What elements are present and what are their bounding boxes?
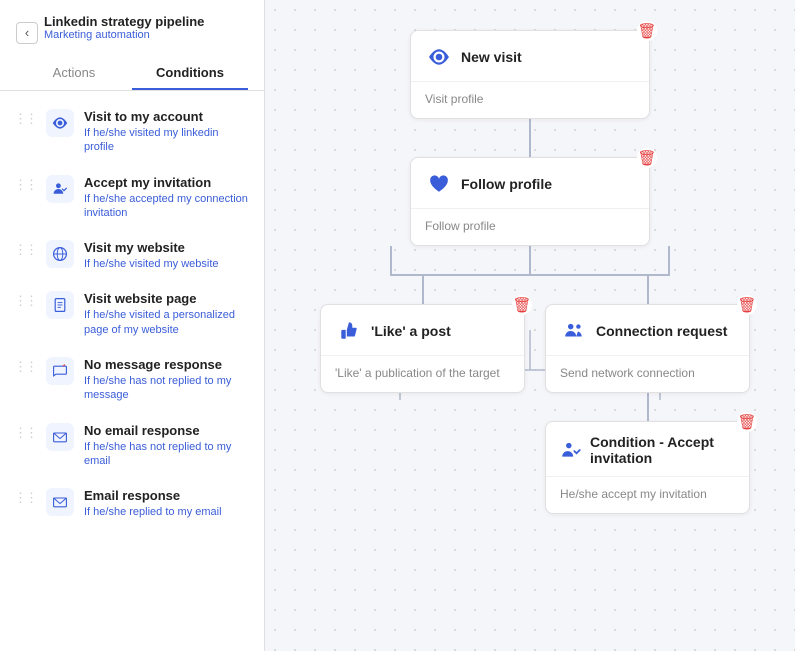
drag-handle: ⋮⋮ <box>14 490 36 506</box>
item-text: Visit website page If he/she visited a p… <box>84 291 250 337</box>
item-title: Visit to my account <box>84 109 250 124</box>
pipeline-subtitle: Marketing automation <box>44 29 204 41</box>
item-title: No message response <box>84 357 250 372</box>
drag-handle: ⋮⋮ <box>14 293 36 309</box>
sidebar-item-visit-website-page[interactable]: ⋮⋮ Visit website page If he/she visited … <box>0 281 264 347</box>
left-branch: 🗑 'Like' a post 'Like' a publication of … <box>320 276 525 393</box>
tabs: Actions Conditions <box>16 57 248 90</box>
node-condition-accept[interactable]: 🗑 Condition - Accept invitation He/she a… <box>545 421 750 514</box>
delete-new-visit-button[interactable]: 🗑 <box>637 21 657 41</box>
node-like-post[interactable]: 🗑 'Like' a post 'Like' a publication of … <box>320 304 525 393</box>
item-title: No email response <box>84 423 250 438</box>
node-title: New visit <box>461 49 522 65</box>
sidebar: ‹ Linkedin strategy pipeline Marketing a… <box>0 0 265 651</box>
sidebar-item-accept-invitation[interactable]: ⋮⋮ Accept my invitation If he/she accept… <box>0 165 264 231</box>
main-canvas: 🗑 New visit Visit profile 🗑 <box>265 0 795 651</box>
connector-right <box>647 276 649 304</box>
pipeline-title: Linkedin strategy pipeline <box>44 14 204 29</box>
sidebar-item-visit-account[interactable]: ⋮⋮ Visit to my account If he/she visited… <box>0 99 264 165</box>
follow-profile-wrapper: 🗑 Follow profile Follow profile <box>300 157 760 246</box>
connector-to-condition <box>647 393 649 421</box>
node-new-visit[interactable]: 🗑 New visit Visit profile <box>410 30 650 119</box>
tab-actions[interactable]: Actions <box>16 57 132 90</box>
sidebar-item-email-response[interactable]: ⋮⋮ Email response If he/she replied to m… <box>0 478 264 529</box>
item-title: Accept my invitation <box>84 175 250 190</box>
drag-handle: ⋮⋮ <box>14 242 36 258</box>
node-follow-profile[interactable]: 🗑 Follow profile Follow profile <box>410 157 650 246</box>
drag-handle: ⋮⋮ <box>14 425 36 441</box>
new-visit-wrapper: 🗑 New visit Visit profile <box>300 30 760 119</box>
item-text: Email response If he/she replied to my e… <box>84 488 222 519</box>
globe-icon <box>46 240 74 268</box>
people-icon <box>560 317 588 345</box>
node-header: Condition - Accept invitation <box>546 422 749 477</box>
item-desc: If he/she replied to my email <box>84 505 222 519</box>
delete-like-post-button[interactable]: 🗑 <box>512 295 532 315</box>
node-header: Follow profile <box>411 158 649 209</box>
item-text: Visit to my account If he/she visited my… <box>84 109 250 155</box>
delete-connection-request-button[interactable]: 🗑 <box>737 295 757 315</box>
eye-icon <box>46 109 74 137</box>
node-connection-request[interactable]: 🗑 Connection request Send network connec… <box>545 304 750 393</box>
sidebar-item-no-message-response[interactable]: ⋮⋮ No message response If he/she has not… <box>0 347 264 413</box>
back-arrow-icon: ‹ <box>16 22 38 44</box>
heart-icon <box>425 170 453 198</box>
page-icon <box>46 291 74 319</box>
envelope-icon <box>46 423 74 451</box>
node-header: Connection request <box>546 305 749 356</box>
node-title: Condition - Accept invitation <box>590 434 735 466</box>
drag-handle: ⋮⋮ <box>14 177 36 193</box>
node-title: 'Like' a post <box>371 323 451 339</box>
right-branch: 🗑 Connection request Send network connec… <box>545 276 750 514</box>
connector-v2 <box>529 246 531 274</box>
node-body: Follow profile <box>411 209 649 245</box>
no-message-icon <box>46 357 74 385</box>
node-body: Send network connection <box>546 356 749 392</box>
eye-icon <box>425 43 453 71</box>
branch-horizontal <box>390 274 670 276</box>
drag-handle: ⋮⋮ <box>14 111 36 127</box>
item-desc: If he/she visited my website <box>84 257 219 271</box>
sidebar-item-no-email-response[interactable]: ⋮⋮ No email response If he/she has not r… <box>0 413 264 479</box>
node-body: He/she accept my invitation <box>546 477 749 513</box>
item-text: No email response If he/she has not repl… <box>84 423 250 469</box>
node-body: Visit profile <box>411 82 649 118</box>
node-header: 'Like' a post <box>321 305 524 356</box>
item-desc: If he/she accepted my connection invitat… <box>84 192 250 221</box>
item-title: Visit my website <box>84 240 219 255</box>
sidebar-header: ‹ Linkedin strategy pipeline Marketing a… <box>0 0 264 91</box>
node-body: 'Like' a publication of the target <box>321 356 524 392</box>
node-title: Follow profile <box>461 176 552 192</box>
item-text: No message response If he/she has not re… <box>84 357 250 403</box>
condition-person-icon <box>560 436 582 464</box>
item-desc: If he/she has not replied to my message <box>84 374 250 403</box>
item-desc: If he/she visited a personalized page of… <box>84 308 250 337</box>
tab-conditions[interactable]: Conditions <box>132 57 248 90</box>
bottom-row: 🗑 'Like' a post 'Like' a publication of … <box>320 276 740 514</box>
envelope-check-icon <box>46 488 74 516</box>
item-text: Accept my invitation If he/she accepted … <box>84 175 250 221</box>
node-title: Connection request <box>596 323 727 339</box>
sidebar-item-visit-website[interactable]: ⋮⋮ Visit my website If he/she visited my… <box>0 230 264 281</box>
node-header: New visit <box>411 31 649 82</box>
person-check-icon <box>46 175 74 203</box>
thumbs-up-icon <box>335 317 363 345</box>
item-desc: If he/she visited my linkedin profile <box>84 126 250 155</box>
connector-left <box>422 276 424 304</box>
item-desc: If he/she has not replied to my email <box>84 440 250 469</box>
back-button[interactable]: ‹ Linkedin strategy pipeline Marketing a… <box>16 14 248 51</box>
connector-v1 <box>529 119 531 157</box>
delete-follow-profile-button[interactable]: 🗑 <box>637 148 657 168</box>
drag-handle: ⋮⋮ <box>14 359 36 375</box>
item-text: Visit my website If he/she visited my we… <box>84 240 219 271</box>
sidebar-list: ⋮⋮ Visit to my account If he/she visited… <box>0 91 264 651</box>
delete-condition-accept-button[interactable]: 🗑 <box>737 412 757 432</box>
item-title: Visit website page <box>84 291 250 306</box>
item-title: Email response <box>84 488 222 503</box>
